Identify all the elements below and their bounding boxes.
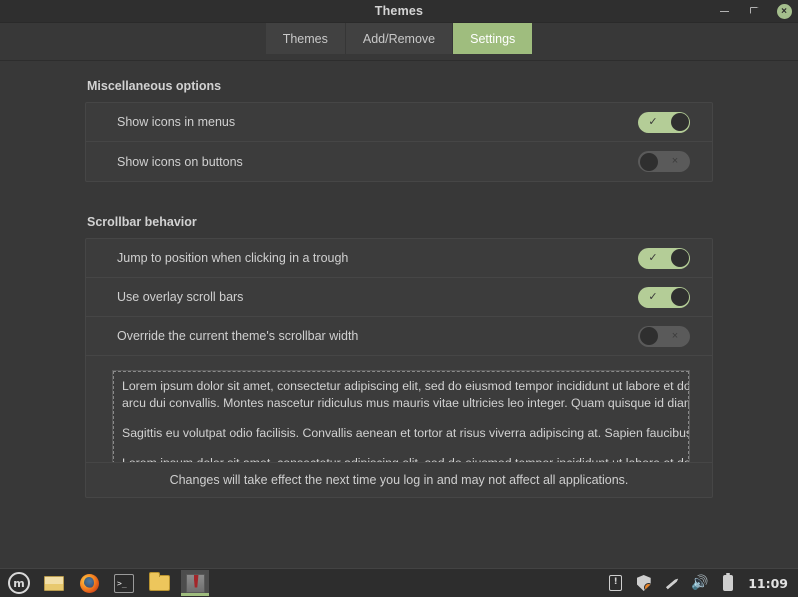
files-button[interactable]: [146, 570, 172, 596]
label-jump-to-position: Jump to position when clicking in a trou…: [117, 251, 349, 265]
panel-miscellaneous-options: Show icons in menus ✓ Show icons on butt…: [85, 102, 713, 182]
maximize-button[interactable]: [746, 4, 762, 20]
scrollbar-preview-textbox[interactable]: Lorem ipsum dolor sit amet, consectetur …: [112, 370, 690, 462]
panel-scrollbar-behavior: Jump to position when clicking in a trou…: [85, 238, 713, 498]
terminal-button[interactable]: >_: [111, 570, 137, 596]
update-manager-button[interactable]: !: [607, 574, 624, 593]
clock[interactable]: 11:09: [747, 576, 788, 591]
titlebar: Themes ×: [0, 0, 798, 23]
themes-window: Themes × Themes Add/Remove Settings Misc…: [0, 0, 798, 568]
label-use-overlay-scroll-bars: Use overlay scroll bars: [117, 290, 244, 304]
row-show-icons-in-menus: Show icons in menus ✓: [86, 103, 712, 142]
shield-button[interactable]: [635, 574, 652, 593]
show-desktop-icon: [44, 575, 64, 591]
window-title: Themes: [374, 4, 424, 18]
section-miscellaneous-options: Miscellaneous options Show icons in menu…: [85, 79, 713, 182]
battery-icon: [722, 572, 733, 591]
tab-themes[interactable]: Themes: [265, 23, 346, 54]
row-use-overlay-scroll-bars: Use overlay scroll bars ✓: [86, 278, 712, 317]
toggle-override-scrollbar-width[interactable]: ×: [638, 325, 690, 347]
firefox-icon: [79, 573, 99, 593]
toggle-knob: [639, 327, 658, 345]
close-button[interactable]: ×: [776, 4, 792, 20]
row-scrollbar-preview: Lorem ipsum dolor sit amet, consectetur …: [86, 356, 712, 462]
cross-icon: ×: [671, 155, 679, 167]
row-override-scrollbar-width: Override the current theme's scrollbar w…: [86, 317, 712, 356]
toggle-knob: [639, 152, 658, 171]
toggle-knob: [670, 249, 689, 267]
preview-paragraph: Lorem ipsum dolor sit amet, consectetur …: [122, 379, 689, 410]
shield-icon: [636, 575, 651, 591]
files-icon: [148, 572, 170, 591]
battery-button[interactable]: [719, 572, 736, 593]
section-scrollbar-behavior: Scrollbar behavior Jump to position when…: [85, 215, 713, 498]
close-icon: ×: [776, 4, 792, 19]
firefox-button[interactable]: [76, 570, 102, 596]
system-tray: ! 🔊 11:09: [607, 572, 792, 593]
themes-app-icon: [185, 573, 205, 593]
tabbar: Themes Add/Remove Settings: [265, 23, 533, 54]
volume-button[interactable]: 🔊: [691, 574, 708, 593]
label-override-scrollbar-width: Override the current theme's scrollbar w…: [117, 329, 359, 343]
toggle-show-icons-on-buttons[interactable]: ×: [638, 151, 690, 172]
preview-paragraph: Lorem ipsum dolor sit amet, consectetur …: [122, 455, 689, 462]
label-show-icons-in-menus: Show icons in menus: [117, 115, 236, 129]
tab-add-remove[interactable]: Add/Remove: [345, 23, 454, 54]
minimize-icon: [719, 10, 729, 13]
row-jump-to-position: Jump to position when clicking in a trou…: [86, 239, 712, 278]
check-icon: ✓: [648, 251, 658, 264]
update-manager-icon: !: [609, 575, 623, 591]
taskbar: m >_ ! 🔊 11:09: [0, 568, 798, 597]
mint-menu-button[interactable]: m: [6, 570, 32, 596]
section-title-scrollbar: Scrollbar behavior: [87, 215, 197, 229]
taskbar-launchers: m >_: [6, 570, 209, 596]
mint-menu-icon: m: [8, 572, 30, 594]
check-icon: ✓: [648, 115, 658, 128]
terminal-icon: >_: [114, 573, 134, 593]
check-icon: ✓: [648, 290, 658, 303]
toggle-knob: [670, 113, 689, 131]
row-show-icons-on-buttons: Show icons on buttons ×: [86, 142, 712, 181]
volume-icon: 🔊: [691, 575, 709, 591]
tab-settings[interactable]: Settings: [453, 23, 533, 54]
window-controls: ×: [716, 0, 792, 23]
footer-note: Changes will take effect the next time y…: [86, 462, 712, 497]
maximize-icon: [749, 7, 759, 16]
cross-icon: ×: [671, 329, 679, 342]
toggle-knob: [670, 288, 689, 306]
themes-window-button[interactable]: [181, 570, 209, 596]
toggle-use-overlay-scroll-bars[interactable]: ✓: [638, 286, 690, 308]
label-show-icons-on-buttons: Show icons on buttons: [117, 154, 243, 169]
pen-icon: [664, 575, 680, 591]
tabbar-container: Themes Add/Remove Settings: [0, 23, 798, 61]
settings-content: Miscellaneous options Show icons in menu…: [0, 61, 798, 568]
preview-paragraph: Sagittis eu volutpat odio facilisis. Con…: [122, 426, 690, 440]
toggle-jump-to-position[interactable]: ✓: [638, 247, 690, 269]
pen-button[interactable]: [663, 574, 680, 593]
show-desktop-button[interactable]: [41, 570, 67, 596]
section-title-miscellaneous: Miscellaneous options: [87, 79, 222, 93]
minimize-button[interactable]: [716, 4, 732, 20]
toggle-show-icons-in-menus[interactable]: ✓: [638, 111, 690, 133]
